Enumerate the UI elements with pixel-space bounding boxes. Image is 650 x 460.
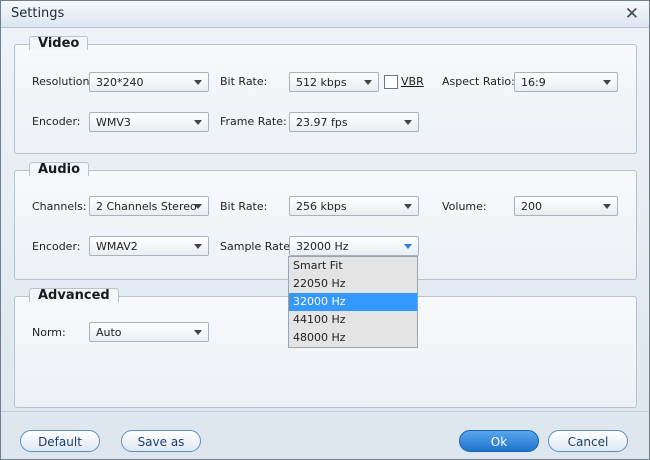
resolution-label: Resolution: [32, 75, 94, 88]
close-icon[interactable]: ✕ [625, 4, 639, 24]
volume-label: Volume: [442, 200, 487, 213]
chevron-down-icon [603, 80, 611, 85]
sample-rate-option[interactable]: Smart Fit [289, 257, 417, 275]
channels-label: Channels: [32, 200, 87, 213]
video-encoder-select[interactable]: WMV3 [89, 112, 209, 132]
sample-rate-option[interactable]: 22050 Hz [289, 275, 417, 293]
volume-value: 200 [521, 200, 542, 213]
sample-rate-option[interactable]: 48000 Hz [289, 329, 417, 347]
video-group-title: Video [29, 36, 89, 51]
audio-encoder-value: WMAV2 [96, 240, 138, 253]
video-encoder-label: Encoder: [32, 115, 81, 128]
chevron-down-icon [194, 120, 202, 125]
chevron-down-icon [404, 204, 412, 209]
sample-rate-dropdown-list: Smart Fit 22050 Hz 32000 Hz 44100 Hz 48000 H… [288, 256, 418, 348]
save-as-button[interactable]: Save as [121, 430, 201, 452]
chevron-down-icon [603, 204, 611, 209]
norm-label: Norm: [32, 326, 66, 339]
audio-encoder-select[interactable]: WMAV2 [89, 236, 209, 256]
vbr-checkbox[interactable] [384, 75, 398, 89]
cancel-button[interactable]: Cancel [548, 430, 628, 452]
volume-select[interactable]: 200 [514, 196, 618, 216]
video-bitrate-label: Bit Rate: [220, 75, 268, 88]
audio-bitrate-select[interactable]: 256 kbps [289, 196, 419, 216]
audio-encoder-label: Encoder: [32, 240, 81, 253]
resolution-select[interactable]: 320*240 [89, 72, 209, 92]
advanced-group-title: Advanced [29, 288, 119, 303]
video-bitrate-select[interactable]: 512 kbps [289, 72, 379, 92]
frame-rate-label: Frame Rate: [220, 115, 287, 128]
settings-dialog: Settings ✕ Video Resolution: 320*240 Bit… [0, 0, 650, 460]
audio-group-title: Audio [29, 162, 90, 177]
channels-select[interactable]: 2 Channels Stereo [89, 196, 209, 216]
dialog-footer: Default Save as Ok Cancel [1, 411, 649, 460]
norm-select[interactable]: Auto [89, 322, 209, 342]
chevron-down-icon [194, 80, 202, 85]
chevron-down-icon [194, 204, 202, 209]
chevron-down-icon [194, 244, 202, 249]
frame-rate-select[interactable]: 23.97 fps [289, 112, 419, 132]
audio-bitrate-label: Bit Rate: [220, 200, 268, 213]
sample-rate-option[interactable]: 44100 Hz [289, 311, 417, 329]
aspect-ratio-value: 16:9 [521, 76, 546, 89]
sample-rate-option[interactable]: 32000 Hz [289, 293, 417, 311]
default-button[interactable]: Default [20, 430, 100, 452]
frame-rate-value: 23.97 fps [296, 116, 348, 129]
chevron-down-icon [404, 120, 412, 125]
title-bar: Settings ✕ [1, 1, 649, 28]
audio-bitrate-value: 256 kbps [296, 200, 347, 213]
resolution-value: 320*240 [96, 76, 144, 89]
chevron-down-icon [404, 244, 412, 249]
vbr-label[interactable]: VBR [401, 75, 424, 88]
sample-rate-label: Sample Rate: [220, 240, 294, 253]
chevron-down-icon [364, 80, 372, 85]
ok-button[interactable]: Ok [459, 430, 539, 452]
sample-rate-select[interactable]: 32000 Hz [289, 236, 419, 256]
sample-rate-value: 32000 Hz [296, 240, 349, 253]
video-encoder-value: WMV3 [96, 116, 131, 129]
channels-value: 2 Channels Stereo [96, 200, 197, 213]
aspect-ratio-select[interactable]: 16:9 [514, 72, 618, 92]
aspect-ratio-label: Aspect Ratio: [442, 75, 515, 88]
norm-value: Auto [96, 326, 122, 339]
video-group: Video Resolution: 320*240 Bit Rate: 512 … [14, 36, 637, 154]
window-title: Settings [11, 6, 65, 21]
video-bitrate-value: 512 kbps [296, 76, 347, 89]
chevron-down-icon [194, 330, 202, 335]
